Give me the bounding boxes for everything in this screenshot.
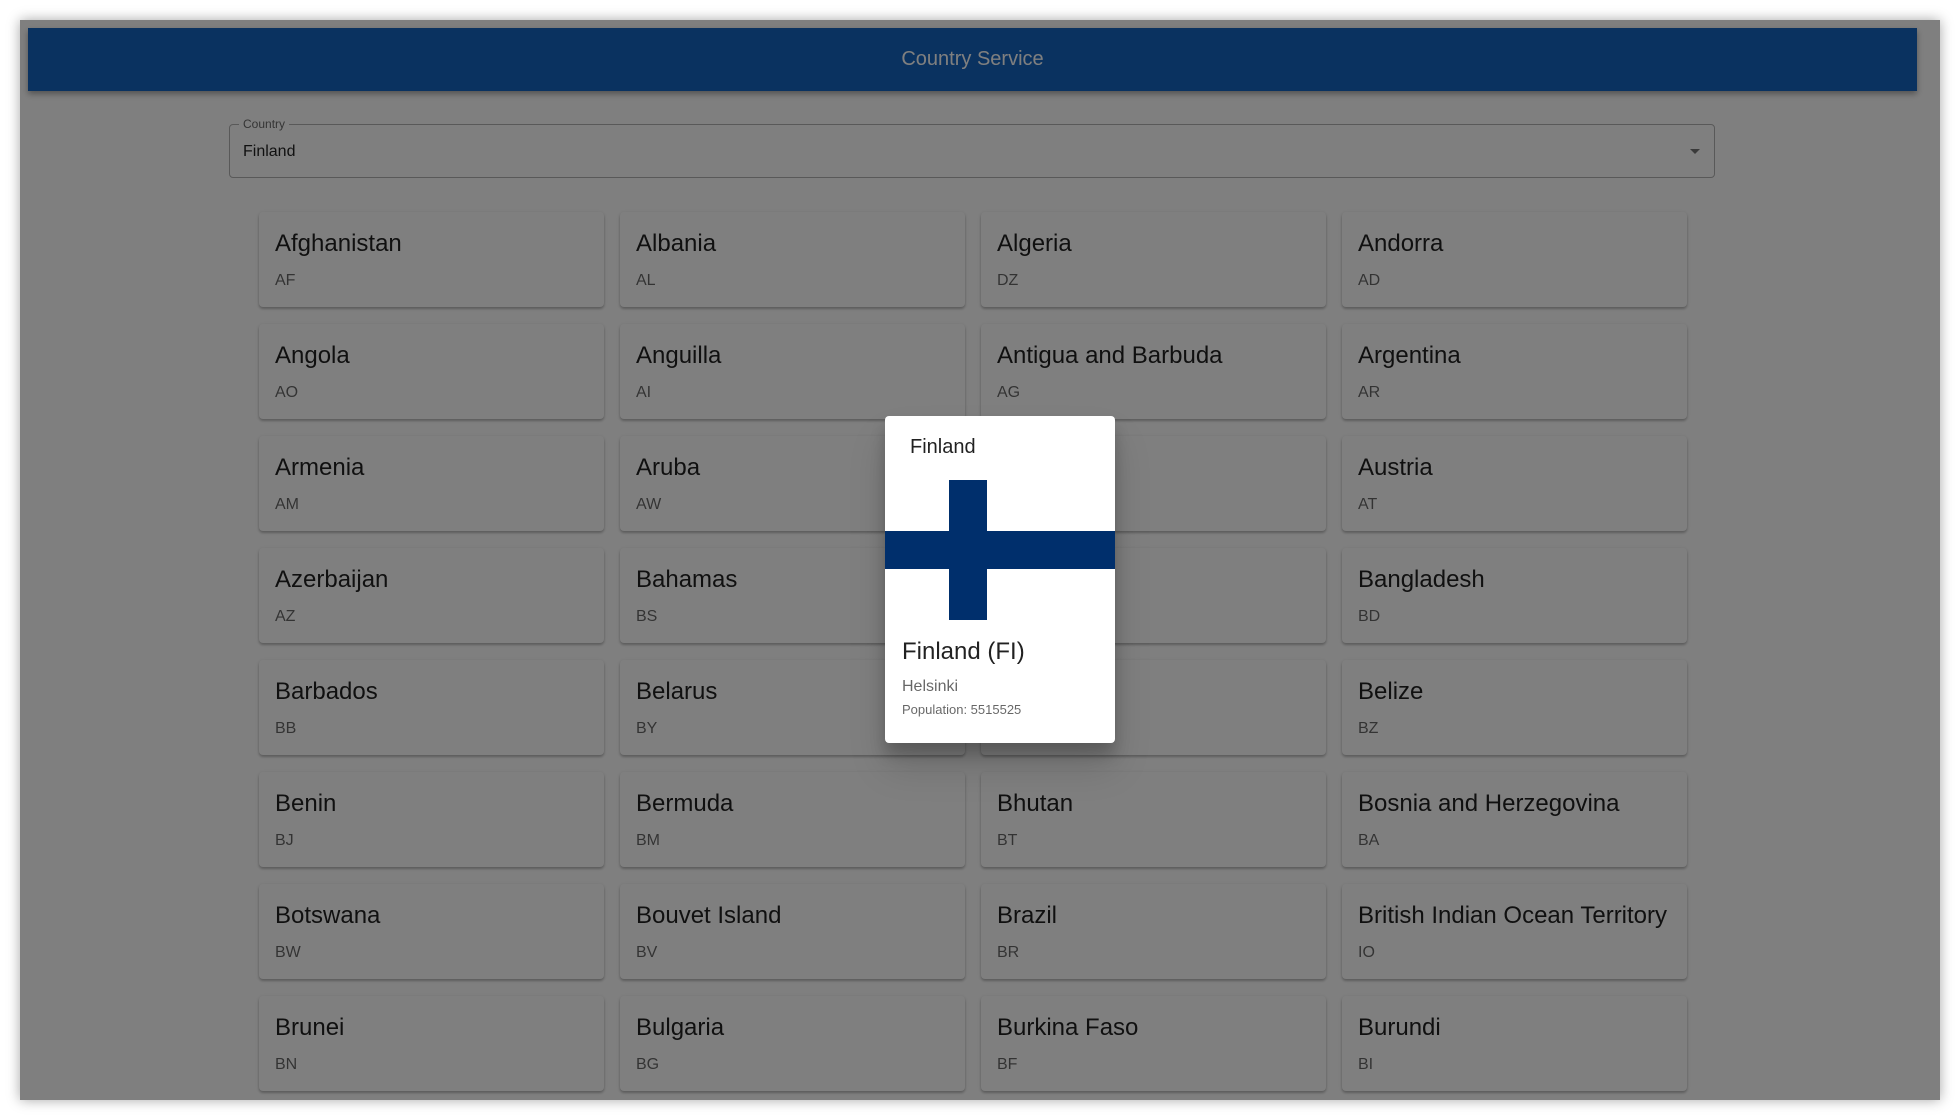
flag-cross-horizontal <box>885 531 1115 569</box>
country-population: Population: 5515525 <box>902 702 1022 717</box>
dialog-title: Finland <box>910 436 976 458</box>
country-heading: Finland (FI) <box>902 638 1025 665</box>
finland-flag-image <box>885 480 1115 620</box>
country-dialog: Finland Finland (FI) Helsinki Population… <box>885 416 1115 743</box>
app-window: Country Service Country Finland Afghanis… <box>20 20 1940 1100</box>
country-capital: Helsinki <box>902 678 959 695</box>
